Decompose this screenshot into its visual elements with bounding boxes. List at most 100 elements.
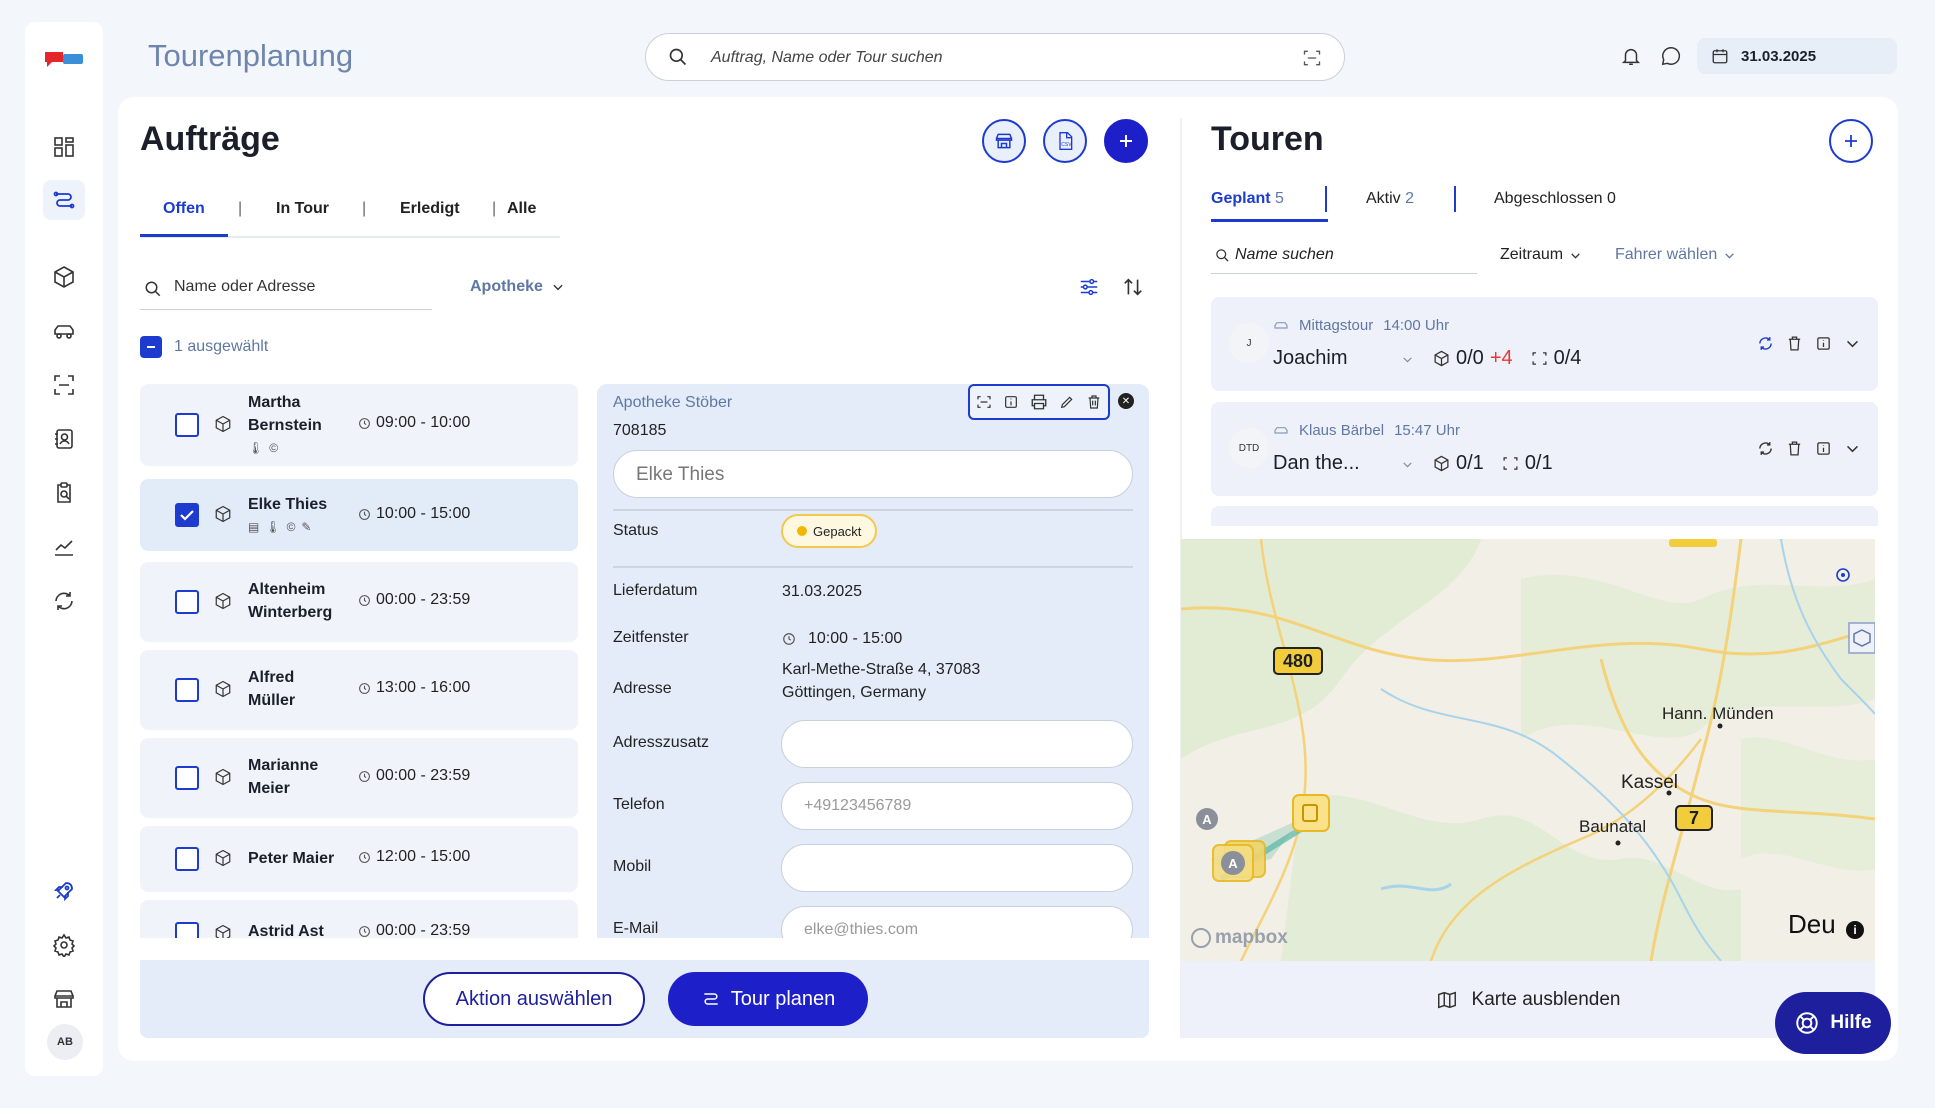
status-badge[interactable]: Gepackt <box>781 514 878 548</box>
order-checkbox[interactable] <box>175 847 199 871</box>
order-checkbox[interactable] <box>175 503 199 527</box>
email-field[interactable]: elke@thies.com <box>781 906 1133 938</box>
tab-in-tour[interactable]: In Tour <box>276 200 329 218</box>
tab-aktiv[interactable]: Aktiv 2 <box>1366 190 1414 208</box>
pharmacy-button[interactable] <box>982 119 1026 163</box>
driver-avatar: DTD <box>1229 428 1269 468</box>
order-checkbox[interactable] <box>175 766 199 790</box>
list-item[interactable]: Altenheim Winterberg 00:00 - 23:59 <box>140 562 578 642</box>
list-item[interactable]: Peter Maier 12:00 - 15:00 <box>140 826 578 892</box>
contacts-icon[interactable] <box>49 424 79 454</box>
clock-icon <box>359 682 370 694</box>
route-icon[interactable] <box>43 180 85 220</box>
chevron-down-icon[interactable] <box>1844 335 1861 352</box>
tour-search[interactable]: Name suchen <box>1211 240 1477 274</box>
tab-geplant[interactable]: Geplant 5 <box>1211 190 1284 208</box>
tab-abgeschlossen[interactable]: Abgeschlossen 0 <box>1494 190 1616 208</box>
store-icon <box>995 133 1013 149</box>
info-icon[interactable] <box>1815 335 1832 352</box>
bell-icon[interactable] <box>1620 45 1642 67</box>
tour-time: 14:00 Uhr <box>1383 317 1450 334</box>
tab-offen[interactable]: Offen <box>163 200 205 218</box>
barcode-scan-icon[interactable] <box>1302 48 1322 68</box>
sync-icon[interactable] <box>49 586 79 616</box>
scan-icon[interactable] <box>976 394 992 410</box>
list-item[interactable]: Martha Bernstein 09:00 - 10:00 🌡 © <box>140 384 578 466</box>
sort-icon[interactable] <box>1122 276 1144 298</box>
select-all-checkbox[interactable] <box>140 336 162 358</box>
info-icon[interactable] <box>1815 440 1832 457</box>
search-input[interactable]: Auftrag, Name oder Tour suchen <box>711 49 943 67</box>
tour-card[interactable]: DTD Klaus Bärbel 15:47 Uhr Dan the... 0/… <box>1211 402 1878 496</box>
list-item[interactable]: Marianne Meier 00:00 - 23:59 <box>140 738 578 818</box>
scan-icon[interactable] <box>49 370 79 400</box>
trash-icon[interactable] <box>1086 394 1102 410</box>
driver-dropdown[interactable]: Fahrer wählen <box>1615 246 1736 264</box>
statistics-icon[interactable] <box>49 532 79 562</box>
order-checkbox[interactable] <box>175 413 199 437</box>
tour-card[interactable]: J Mittagstour 14:00 Uhr Joachim 0/0 +4 0/… <box>1211 297 1878 391</box>
tour-driver[interactable]: Dan the... <box>1273 452 1360 475</box>
store-icon[interactable] <box>49 984 79 1014</box>
order-search[interactable]: Name oder Adresse <box>140 270 432 310</box>
choose-action-button[interactable]: Aktion auswählen <box>423 972 645 1026</box>
package-icon[interactable] <box>49 262 79 292</box>
customer-name-field[interactable]: Elke Thies <box>613 450 1133 498</box>
period-dropdown[interactable]: Zeitraum <box>1500 246 1582 264</box>
order-checkbox[interactable] <box>175 590 199 614</box>
pharmacy-filter-label: Apotheke <box>470 278 543 295</box>
list-item[interactable]: Astrid Ast 00:00 - 23:59 <box>140 900 578 938</box>
print-icon[interactable] <box>1030 393 1048 411</box>
chevron-down-icon[interactable] <box>1844 440 1861 457</box>
filter-sliders-icon[interactable] <box>1078 276 1100 298</box>
help-button[interactable]: Hilfe <box>1775 992 1891 1054</box>
order-tabs: Offen | In Tour | Erledigt | Alle <box>140 196 560 238</box>
info-icon[interactable] <box>1003 394 1019 410</box>
car-icon <box>1274 426 1288 434</box>
order-checkbox[interactable] <box>175 922 199 938</box>
clock-icon <box>359 508 370 520</box>
pharmacy-filter-dropdown[interactable]: Apotheke <box>470 278 565 296</box>
trash-icon[interactable] <box>1786 440 1803 457</box>
trash-icon[interactable] <box>1786 335 1803 352</box>
tour-search-input[interactable]: Name suchen <box>1235 246 1334 264</box>
map-view[interactable]: A A 480 7 Hann. Münden Kassel Baunatal D… <box>1181 539 1875 961</box>
chevron-down-icon[interactable] <box>1401 458 1414 471</box>
close-icon[interactable]: ✕ <box>1118 393 1134 409</box>
car-icon[interactable] <box>49 316 79 346</box>
list-item[interactable]: Elke Thies 10:00 - 15:00 ▤ 🌡 © ✎ <box>140 479 578 551</box>
order-checkbox[interactable] <box>175 678 199 702</box>
address-extra-field[interactable] <box>781 720 1133 768</box>
info-icon[interactable]: i <box>1846 921 1864 939</box>
list-item[interactable]: Alfred Müller 13:00 - 16:00 <box>140 650 578 730</box>
package-icon <box>215 415 231 433</box>
date-picker[interactable]: 31.03.2025 <box>1697 38 1897 74</box>
sync-icon[interactable] <box>1757 335 1774 352</box>
tab-alle[interactable]: Alle <box>507 200 536 218</box>
dashboard-icon[interactable] <box>49 132 79 162</box>
tab-erledigt[interactable]: Erledigt <box>400 200 460 218</box>
phone-field[interactable]: +49123456789 <box>781 782 1133 830</box>
chat-icon[interactable] <box>1660 45 1682 67</box>
report-search-icon[interactable] <box>49 478 79 508</box>
order-name: Altenheim Winterberg <box>248 581 333 621</box>
hide-map-button[interactable]: Karte ausblenden <box>1181 961 1875 1038</box>
document-icon: ▤ <box>248 520 260 534</box>
chevron-down-icon[interactable] <box>1401 353 1414 366</box>
orders-title: Aufträge <box>140 120 280 158</box>
avatar[interactable]: AB <box>47 1024 83 1060</box>
add-tour-button[interactable] <box>1829 119 1873 163</box>
add-order-button[interactable] <box>1104 119 1148 163</box>
tour-driver[interactable]: Joachim <box>1273 347 1347 370</box>
plan-tour-button[interactable]: Tour planen <box>668 972 868 1026</box>
settings-icon[interactable] <box>49 930 79 960</box>
csv-import-button[interactable]: CSV <box>1043 119 1087 163</box>
order-name: Alfred Müller <box>248 669 296 709</box>
global-search[interactable]: Auftrag, Name oder Tour suchen <box>645 33 1345 81</box>
mobile-field[interactable] <box>781 844 1133 892</box>
order-search-input[interactable]: Name oder Adresse <box>174 278 315 296</box>
rocket-icon[interactable] <box>49 876 79 906</box>
sync-icon[interactable] <box>1757 440 1774 457</box>
edit-icon[interactable] <box>1059 394 1075 410</box>
plus-icon <box>1845 135 1857 147</box>
